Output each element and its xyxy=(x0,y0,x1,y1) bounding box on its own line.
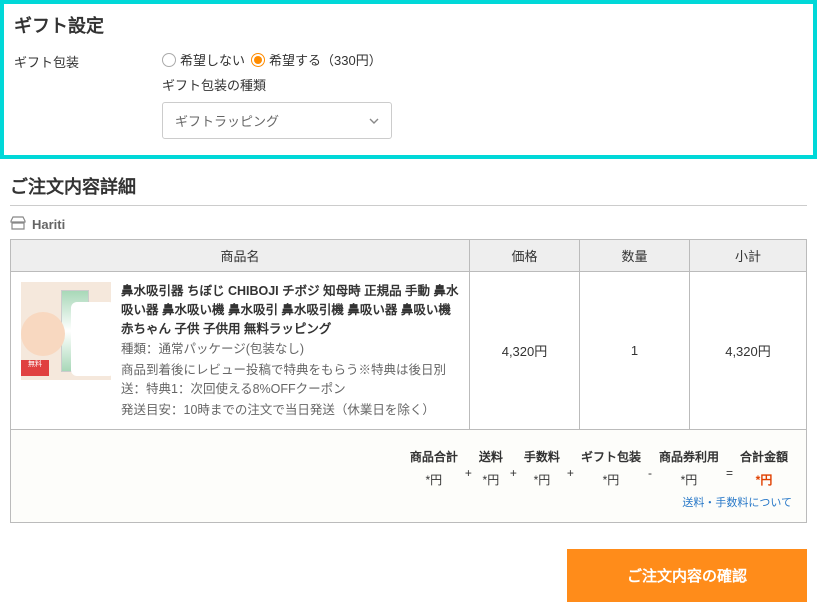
plus-icon: + xyxy=(465,448,472,488)
product-note: 商品到着後にレビュー投稿で特典をもらう※特典は後日別送：特典1：次回使える8%O… xyxy=(121,361,459,399)
sum-label-gift: ギフト包装 xyxy=(581,448,641,465)
sum-label-fee: 手数料 xyxy=(524,448,560,465)
sum-val-coupon: *円 xyxy=(659,471,719,488)
chevron-down-icon xyxy=(369,116,379,126)
sum-label-total: 合計金額 xyxy=(740,448,788,465)
confirm-order-button[interactable]: ご注文内容の確認 xyxy=(567,549,807,602)
radio-icon xyxy=(251,53,265,67)
table-row: 無料 鼻水吸引器 ちぼじ CHIBOJI チボジ 知母時 正規品 手動 鼻水吸い… xyxy=(11,272,806,429)
sum-label-coupon: 商品券利用 xyxy=(659,448,719,465)
plus-icon: + xyxy=(567,448,574,488)
sum-val-fee: *円 xyxy=(524,471,560,488)
radio-icon xyxy=(162,53,176,67)
ribbon-badge: 無料 xyxy=(21,360,49,376)
gift-settings-panel: ギフト設定 ギフト包装 希望しない 希望する（330円） ギフト包装の種類 ギフ… xyxy=(0,0,817,159)
th-subtotal: 小計 xyxy=(690,240,806,271)
equals-icon: = xyxy=(726,448,733,488)
shop-row: Hariti xyxy=(10,216,807,233)
gift-radio-no[interactable]: 希望しない xyxy=(162,50,245,69)
sum-val-ship: *円 xyxy=(479,471,503,488)
gift-radio-group: 希望しない 希望する（330円） xyxy=(162,50,803,69)
radio-label-yes: 希望する（330円） xyxy=(269,50,382,69)
radio-label-no: 希望しない xyxy=(180,50,245,69)
summary-box: 商品合計 *円 + 送料 *円 + 手数料 *円 + ギフト包装 *円 - 商品… xyxy=(10,430,807,523)
sum-val-gift: *円 xyxy=(581,471,641,488)
order-details-title: ご注文内容詳細 xyxy=(10,173,817,199)
th-name: 商品名 xyxy=(11,240,470,271)
fee-link[interactable]: 送料・手数料について xyxy=(682,497,792,509)
product-subtotal: 4,320円 xyxy=(690,272,806,429)
product-qty: 1 xyxy=(580,272,690,429)
gift-title: ギフト設定 xyxy=(14,12,803,38)
th-qty: 数量 xyxy=(580,240,690,271)
divider xyxy=(10,205,807,206)
minus-icon: - xyxy=(648,448,652,488)
product-title: 鼻水吸引器 ちぼじ CHIBOJI チボジ 知母時 正規品 手動 鼻水吸い器 鼻… xyxy=(121,282,459,338)
sum-label-ship: 送料 xyxy=(479,448,503,465)
sum-val-goods: *円 xyxy=(410,471,458,488)
product-price: 4,320円 xyxy=(470,272,580,429)
shop-icon xyxy=(10,216,26,233)
gift-wrapping-label: ギフト包装 xyxy=(14,50,162,139)
sum-label-goods: 商品合計 xyxy=(410,448,458,465)
shop-name: Hariti xyxy=(32,217,65,232)
select-value: ギフトラッピング xyxy=(175,111,279,130)
gift-radio-yes[interactable]: 希望する（330円） xyxy=(251,50,382,69)
order-table: 商品名 価格 数量 小計 無料 鼻水吸引器 ちぼじ CHIBOJI チボジ 知母… xyxy=(10,239,807,430)
th-price: 価格 xyxy=(470,240,580,271)
product-shipping: 発送目安：10時までの注文で当日発送（休業日を除く） xyxy=(121,401,459,420)
gift-type-label: ギフト包装の種類 xyxy=(162,75,803,94)
plus-icon: + xyxy=(510,448,517,488)
product-image: 無料 xyxy=(21,282,111,380)
product-variant: 種類：通常パッケージ(包装なし) xyxy=(121,340,459,359)
gift-type-select[interactable]: ギフトラッピング xyxy=(162,102,392,139)
sum-val-total: *円 xyxy=(740,471,788,488)
